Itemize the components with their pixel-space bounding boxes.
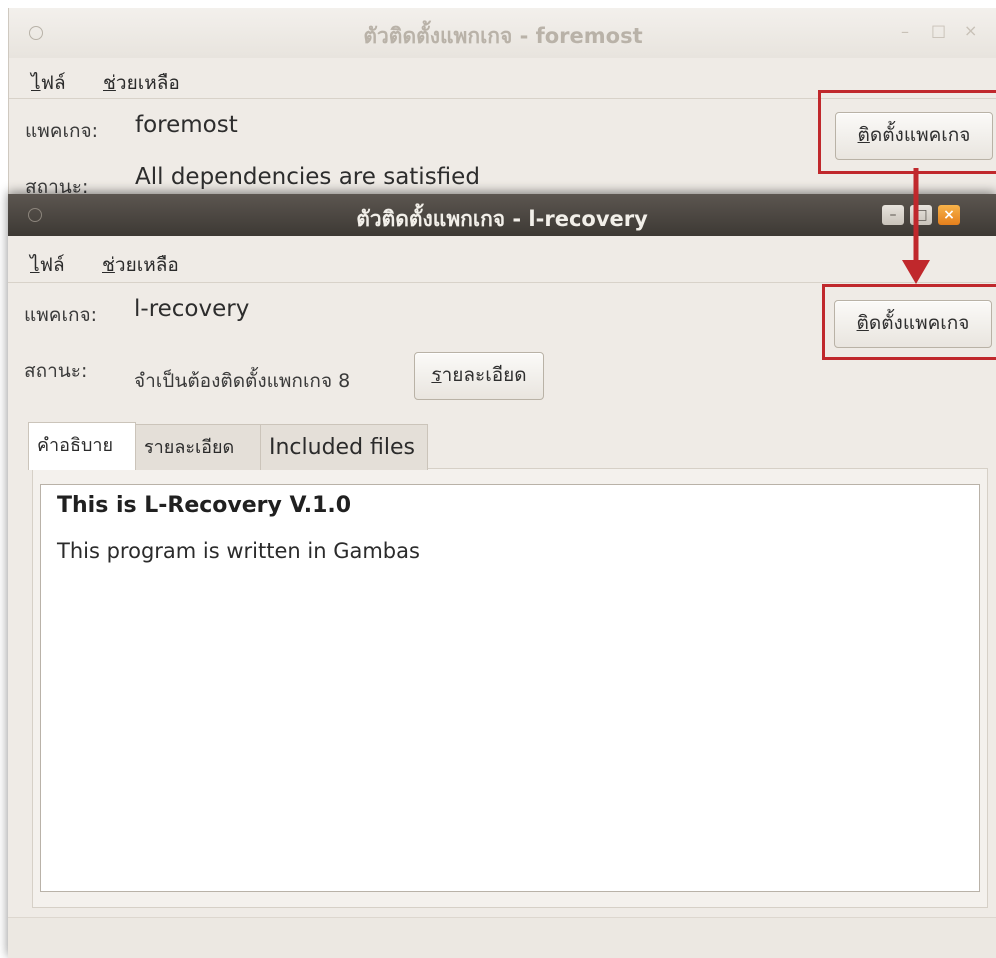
tab-included-files[interactable]: Included files — [260, 424, 428, 470]
annotation-arrow-icon — [902, 168, 930, 284]
highlight-box-top — [818, 90, 996, 174]
description-textview[interactable]: This is L-Recovery V.1.0 This program is… — [40, 484, 980, 892]
highlight-box-bottom — [822, 284, 996, 360]
maximize-icon[interactable]: □ — [931, 21, 946, 40]
back-window-title: ตัวติดตั้งแพกเกจ - foremost — [363, 24, 643, 48]
details-label: ายละเอียด — [441, 364, 527, 386]
statusbar — [8, 917, 996, 958]
menu-help-label: ่วยเหลือ — [114, 254, 179, 276]
menu-file[interactable]: ไฟล์ — [31, 68, 66, 98]
package-value: foremost — [135, 112, 238, 138]
minimize-icon[interactable]: – — [901, 22, 909, 41]
description-heading: This is L-Recovery V.1.0 — [57, 493, 352, 518]
package-label: แพคเกจ: — [25, 120, 99, 142]
description-body: This program is written in Gambas — [57, 539, 420, 563]
menu-help-mnemonic: ช — [103, 72, 116, 94]
package-label: แพคเกจ: — [24, 304, 98, 326]
close-icon[interactable]: × — [964, 21, 977, 40]
menu-file[interactable]: ไฟล์ — [30, 250, 65, 280]
close-icon[interactable]: × — [938, 205, 960, 225]
status-value: All dependencies are satisfied — [135, 164, 480, 190]
package-value: l-recovery — [134, 296, 250, 322]
menu-file-mnemonic: ไ — [31, 72, 41, 94]
menu-file-mnemonic: ไ — [30, 254, 40, 276]
front-menubar: ไฟล์ ช่วยเหลือ — [8, 242, 996, 282]
front-window-titlebar[interactable]: ตัวติดตั้งแพกเกจ - l-recovery – □ × — [8, 194, 996, 236]
menu-help-label: ่วยเหลือ — [115, 72, 180, 94]
menu-file-label: ฟล์ — [40, 72, 66, 94]
details-button[interactable]: รายละเอียด — [414, 352, 544, 400]
menu-file-label: ฟล์ — [39, 254, 65, 276]
front-window-title: ตัวติดตั้งแพกเกจ - l-recovery — [356, 207, 648, 231]
menu-help[interactable]: ช่วยเหลือ — [103, 68, 180, 98]
menubar-divider — [8, 282, 996, 283]
status-value: จำเป็นต้องติดตั้งแพกเกจ 8 — [134, 370, 351, 392]
status-label: สถานะ: — [24, 360, 88, 382]
menu-help[interactable]: ช่วยเหลือ — [102, 250, 179, 280]
back-window-titlebar[interactable]: ตัวติดตั้งแพกเกจ - foremost – □ × — [9, 8, 996, 58]
menu-help-mnemonic: ช — [102, 254, 115, 276]
details-mnemonic: ร — [431, 364, 442, 386]
tab-description[interactable]: คำอธิบาย — [28, 422, 136, 470]
tab-details[interactable]: รายละเอียด — [135, 424, 261, 470]
